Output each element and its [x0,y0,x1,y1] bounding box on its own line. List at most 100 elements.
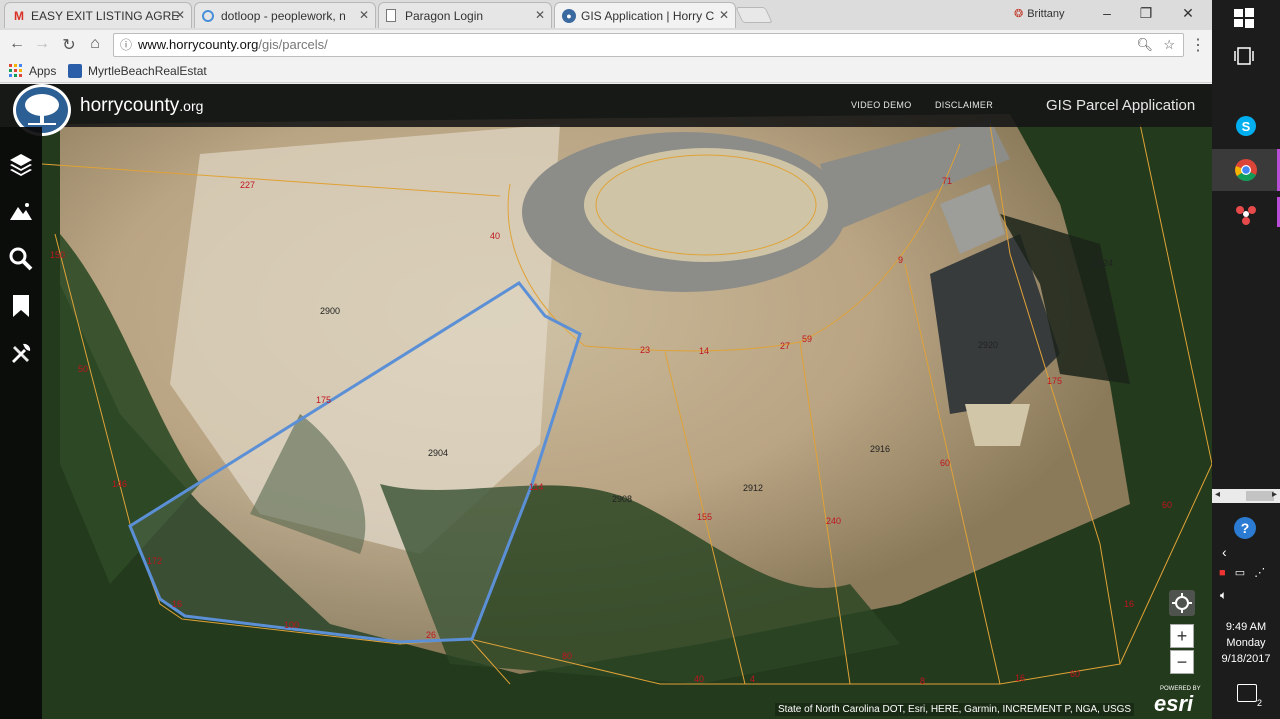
gift-icon[interactable]: ■ [1219,567,1226,579]
browser-window: M EASY EXIT LISTING AGRE ✕ dotloop - peo… [0,0,1212,719]
scroll-left-icon[interactable]: ◂ [1215,489,1220,500]
tools-icon[interactable] [9,342,33,366]
map-viewport[interactable]: 2900 2904 2908 2912 2916 2920 2924 227 4… [0,84,1212,719]
map-attribution: State of North Carolina DOT, Esri, HERE,… [775,703,1135,716]
svg-text:S: S [1242,119,1251,134]
tab-paragon[interactable]: Paragon Login ✕ [378,2,552,28]
dimension-label: 16 [172,599,183,609]
close-tab-icon[interactable]: ✕ [359,8,369,22]
dimension-label: 80 [562,651,573,661]
task-view-icon[interactable] [1234,46,1258,70]
clock-date[interactable]: 9/18/2017 [1212,653,1280,665]
globe-icon: ● [562,9,576,23]
chrome-icon[interactable] [1234,158,1258,182]
dimension-label: 146 [112,479,128,489]
star-icon[interactable]: ☆ [1163,34,1175,56]
dimension-label: 8 [920,676,926,686]
tab-gis-application[interactable]: ● GIS Application | Horry C ✕ [554,2,736,28]
locate-button[interactable] [1169,590,1195,616]
back-icon[interactable]: ← [6,35,28,53]
tab-gmail[interactable]: M EASY EXIT LISTING AGRE ✕ [4,2,192,28]
dimension-label: 150 [50,250,66,260]
pinwheel-icon[interactable] [1234,202,1258,226]
close-window-button[interactable]: ✕ [1178,5,1198,22]
parcel-label: 2924 [1093,258,1114,268]
dimension-label: 26 [426,630,437,640]
volume-icon[interactable]: 🔈︎ [1220,588,1227,603]
home-icon[interactable]: ⌂ [84,35,106,53]
minimize-button[interactable]: – [1097,5,1117,21]
zoom-icon[interactable]: 🔍︎ [1136,34,1153,56]
dimension-label: 227 [240,180,256,190]
dimension-label: 60 [1162,500,1173,510]
disclaimer-link[interactable]: DISCLAIMER [935,100,993,110]
bookmark-myrtlebeach[interactable]: MyrtleBeachRealEstat [68,64,207,78]
esri-logo[interactable]: esri [1154,691,1193,717]
patio [965,404,1030,446]
forward-icon[interactable]: → [31,35,53,53]
parcel-label: 2904 [428,448,449,458]
battery-icon[interactable]: ▭ [1235,567,1245,579]
info-icon: ⓘ [120,38,133,52]
aerial-map[interactable] [0,84,1212,719]
dimension-label: 16 [1124,599,1135,609]
tray-scrollbar[interactable]: ◂ ▸ [1212,489,1280,503]
new-tab-button[interactable] [735,7,773,23]
dimension-label: 14 [699,346,710,356]
tab-strip: M EASY EXIT LISTING AGRE ✕ dotloop - peo… [0,0,1212,30]
zoom-out-button[interactable]: − [1170,650,1194,674]
crosshair-icon [1172,593,1192,613]
video-demo-link[interactable]: VIDEO DEMO [851,100,912,110]
basemap-icon[interactable] [9,200,33,224]
wifi-icon[interactable]: ⋰ [1254,567,1265,579]
parcel-label: 2916 [870,444,891,454]
clock-time[interactable]: 9:49 AM [1212,621,1280,633]
bookmark-icon[interactable] [9,294,33,318]
chrome-menu-icon[interactable]: ⋮ [1190,35,1206,55]
clock-day[interactable]: Monday [1212,637,1280,649]
dimension-label: 172 [147,556,163,566]
dimension-label: 175 [316,395,332,405]
chevron-left-icon[interactable]: ‹ [1222,544,1227,560]
tool-sidebar [0,127,42,719]
browser-toolbar: ← → ↻ ⌂ ⓘ www.horrycounty.org/gis/parcel… [0,30,1212,60]
profile-button[interactable]: ❂ Brittany [1014,7,1065,20]
bookmark-shield-icon [68,64,82,78]
parcel-label: 2908 [612,494,633,504]
zoom-in-button[interactable]: + [1170,624,1194,648]
dimension-label: 60 [940,458,951,468]
dimension-label: 60 [1070,669,1081,679]
help-icon[interactable]: ? [1234,517,1256,539]
address-bar[interactable]: ⓘ www.horrycounty.org/gis/parcels/ 🔍︎ ☆ [113,33,1184,57]
close-tab-icon[interactable]: ✕ [535,8,545,22]
scroll-right-icon[interactable]: ▸ [1272,489,1277,500]
close-tab-icon[interactable]: ✕ [175,8,185,22]
app-title: GIS Parcel Application [1046,97,1196,114]
document-icon [386,9,396,22]
skype-icon[interactable]: S [1234,114,1258,138]
bookmark-apps[interactable]: Apps [9,64,56,78]
close-tab-icon[interactable]: ✕ [719,8,729,22]
windows-start-icon[interactable] [1234,8,1258,32]
reload-icon[interactable]: ↻ [58,35,80,55]
dimension-label: 50 [78,364,89,374]
dimension-label: 16 [1015,673,1026,683]
bookmarks-bar: Apps MyrtleBeachRealEstat [0,60,1212,83]
maximize-button[interactable]: ❐ [1136,5,1156,22]
tray-icons[interactable]: ■ ▭ ⋰ [1219,566,1275,580]
cul-de-sac-island [584,148,828,262]
gmail-icon: M [14,9,24,23]
tab-dotloop[interactable]: dotloop - peoplework, n ✕ [194,2,376,28]
layers-icon[interactable] [9,152,33,176]
dimension-label: 114 [529,482,544,492]
dimension-label: 23 [640,345,651,355]
search-icon[interactable] [9,247,33,271]
apps-grid-icon [9,64,23,78]
site-name[interactable]: horrycounty.org [80,95,203,117]
dimension-label: 240 [826,516,842,526]
notification-center-icon[interactable]: 2 [1237,684,1262,708]
scroll-thumb[interactable] [1246,491,1274,501]
dimension-label: 175 [1047,376,1063,386]
parcel-label: 2900 [320,306,341,316]
app-header: horrycounty.org VIDEO DEMO DISCLAIMER GI… [0,84,1212,136]
